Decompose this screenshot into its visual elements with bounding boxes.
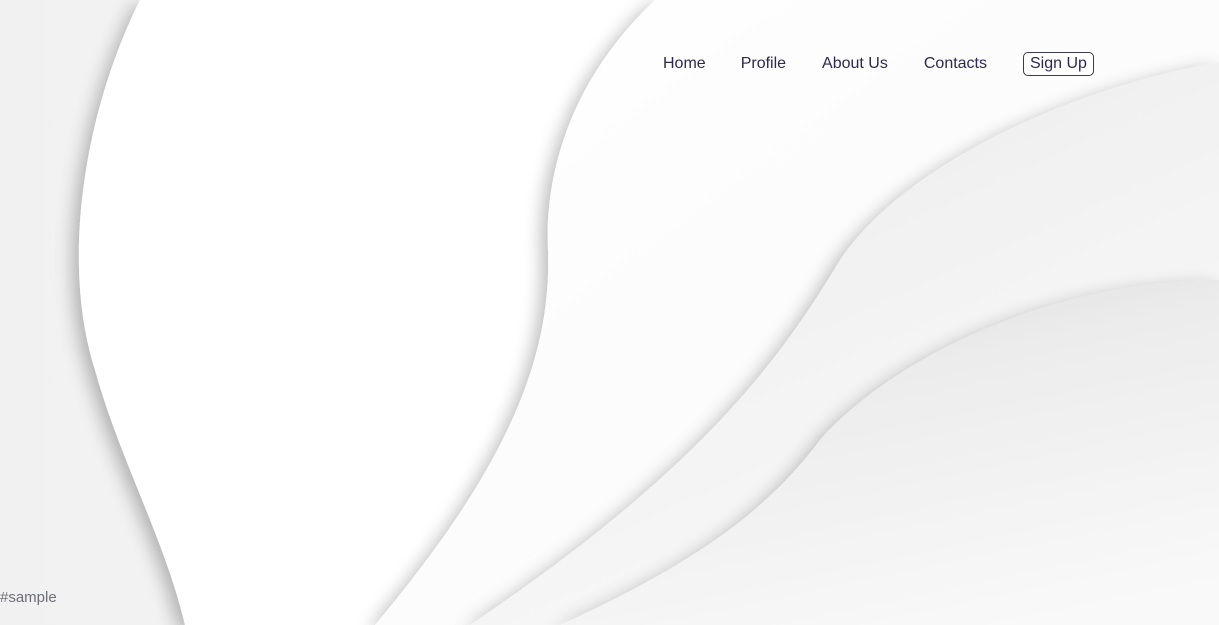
nav-link-home[interactable]: Home: [663, 51, 706, 77]
nav-link-profile[interactable]: Profile: [741, 51, 786, 77]
landing-page: Home Profile About Us Contacts Sign Up #…: [0, 0, 1219, 625]
top-nav: Home Profile About Us Contacts Sign Up: [663, 51, 1094, 77]
sign-up-button[interactable]: Sign Up: [1023, 52, 1094, 76]
sample-tag: #sample: [0, 589, 57, 606]
nav-link-about-us[interactable]: About Us: [822, 51, 888, 77]
nav-link-contacts[interactable]: Contacts: [924, 51, 987, 77]
wave-background: [0, 0, 1219, 625]
